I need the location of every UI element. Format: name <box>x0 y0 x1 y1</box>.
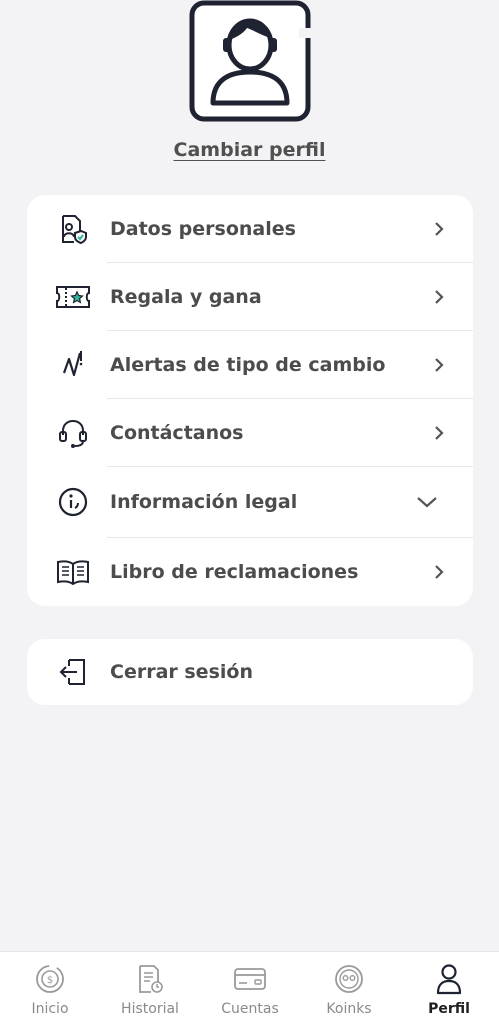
tab-perfil[interactable]: Perfil <box>399 952 499 1024</box>
chevron-right-icon <box>431 564 447 580</box>
menu-item-label: Información legal <box>110 491 298 513</box>
tab-cuentas[interactable]: Cuentas <box>200 952 300 1024</box>
tab-koinks[interactable]: Koinks <box>299 952 399 1024</box>
tab-label: Koinks <box>326 1001 372 1017</box>
tab-label: Cuentas <box>221 1001 279 1017</box>
change-profile-link[interactable]: Cambiar perfil <box>0 139 499 161</box>
chevron-right-icon <box>431 425 447 441</box>
menu-item-exchange-alerts[interactable]: Alertas de tipo de cambio <box>27 331 473 398</box>
logout-label: Cerrar sesión <box>110 661 253 683</box>
chevron-right-icon <box>431 221 447 237</box>
menu-item-label: Regala y gana <box>110 285 262 308</box>
bottom-tab-bar: $ Inicio Historial Cuentas Koinks Perfil <box>0 951 499 1024</box>
tab-label: Inicio <box>31 1001 69 1017</box>
menu-item-label: Alertas de tipo de cambio <box>110 353 386 376</box>
chevron-down-icon <box>415 494 439 510</box>
logout-button[interactable]: Cerrar sesión <box>27 639 473 705</box>
chevron-right-icon <box>431 289 447 305</box>
tab-inicio[interactable]: $ Inicio <box>0 952 100 1024</box>
gift-ticket-icon <box>55 279 91 315</box>
history-icon <box>133 962 167 996</box>
profile-icon <box>432 962 466 996</box>
tab-label: Perfil <box>428 1001 470 1017</box>
logout-icon <box>55 654 91 690</box>
chevron-right-icon <box>431 357 447 373</box>
info-icon <box>55 484 91 520</box>
card-icon <box>233 962 267 996</box>
personal-data-icon <box>55 211 91 247</box>
menu-item-complaints-book[interactable]: Libro de reclamaciones <box>27 538 473 606</box>
menu-card: Datos personales Regala y gana Alertas d… <box>27 195 473 606</box>
menu-item-personal-data[interactable]: Datos personales <box>27 195 473 262</box>
menu-item-label: Contáctanos <box>110 421 244 444</box>
logout-card: Cerrar sesión <box>27 639 473 705</box>
menu-item-legal-info[interactable]: Información legal <box>27 467 473 537</box>
svg-text:$: $ <box>47 975 53 986</box>
menu-item-contact[interactable]: Contáctanos <box>27 399 473 466</box>
avatar[interactable] <box>189 0 311 122</box>
tab-historial[interactable]: Historial <box>100 952 200 1024</box>
home-coin-icon: $ <box>33 962 67 996</box>
exchange-alert-icon <box>55 347 91 383</box>
headset-icon <box>55 415 91 451</box>
tab-label: Historial <box>121 1001 179 1017</box>
book-icon <box>55 554 91 590</box>
koinks-icon <box>332 962 366 996</box>
profile-screen: Cambiar perfil Datos personales Regala y… <box>0 0 499 1024</box>
user-avatar-icon <box>189 0 311 122</box>
menu-item-label: Libro de reclamaciones <box>110 561 359 583</box>
menu-item-label: Datos personales <box>110 217 296 240</box>
menu-item-gift[interactable]: Regala y gana <box>27 263 473 330</box>
